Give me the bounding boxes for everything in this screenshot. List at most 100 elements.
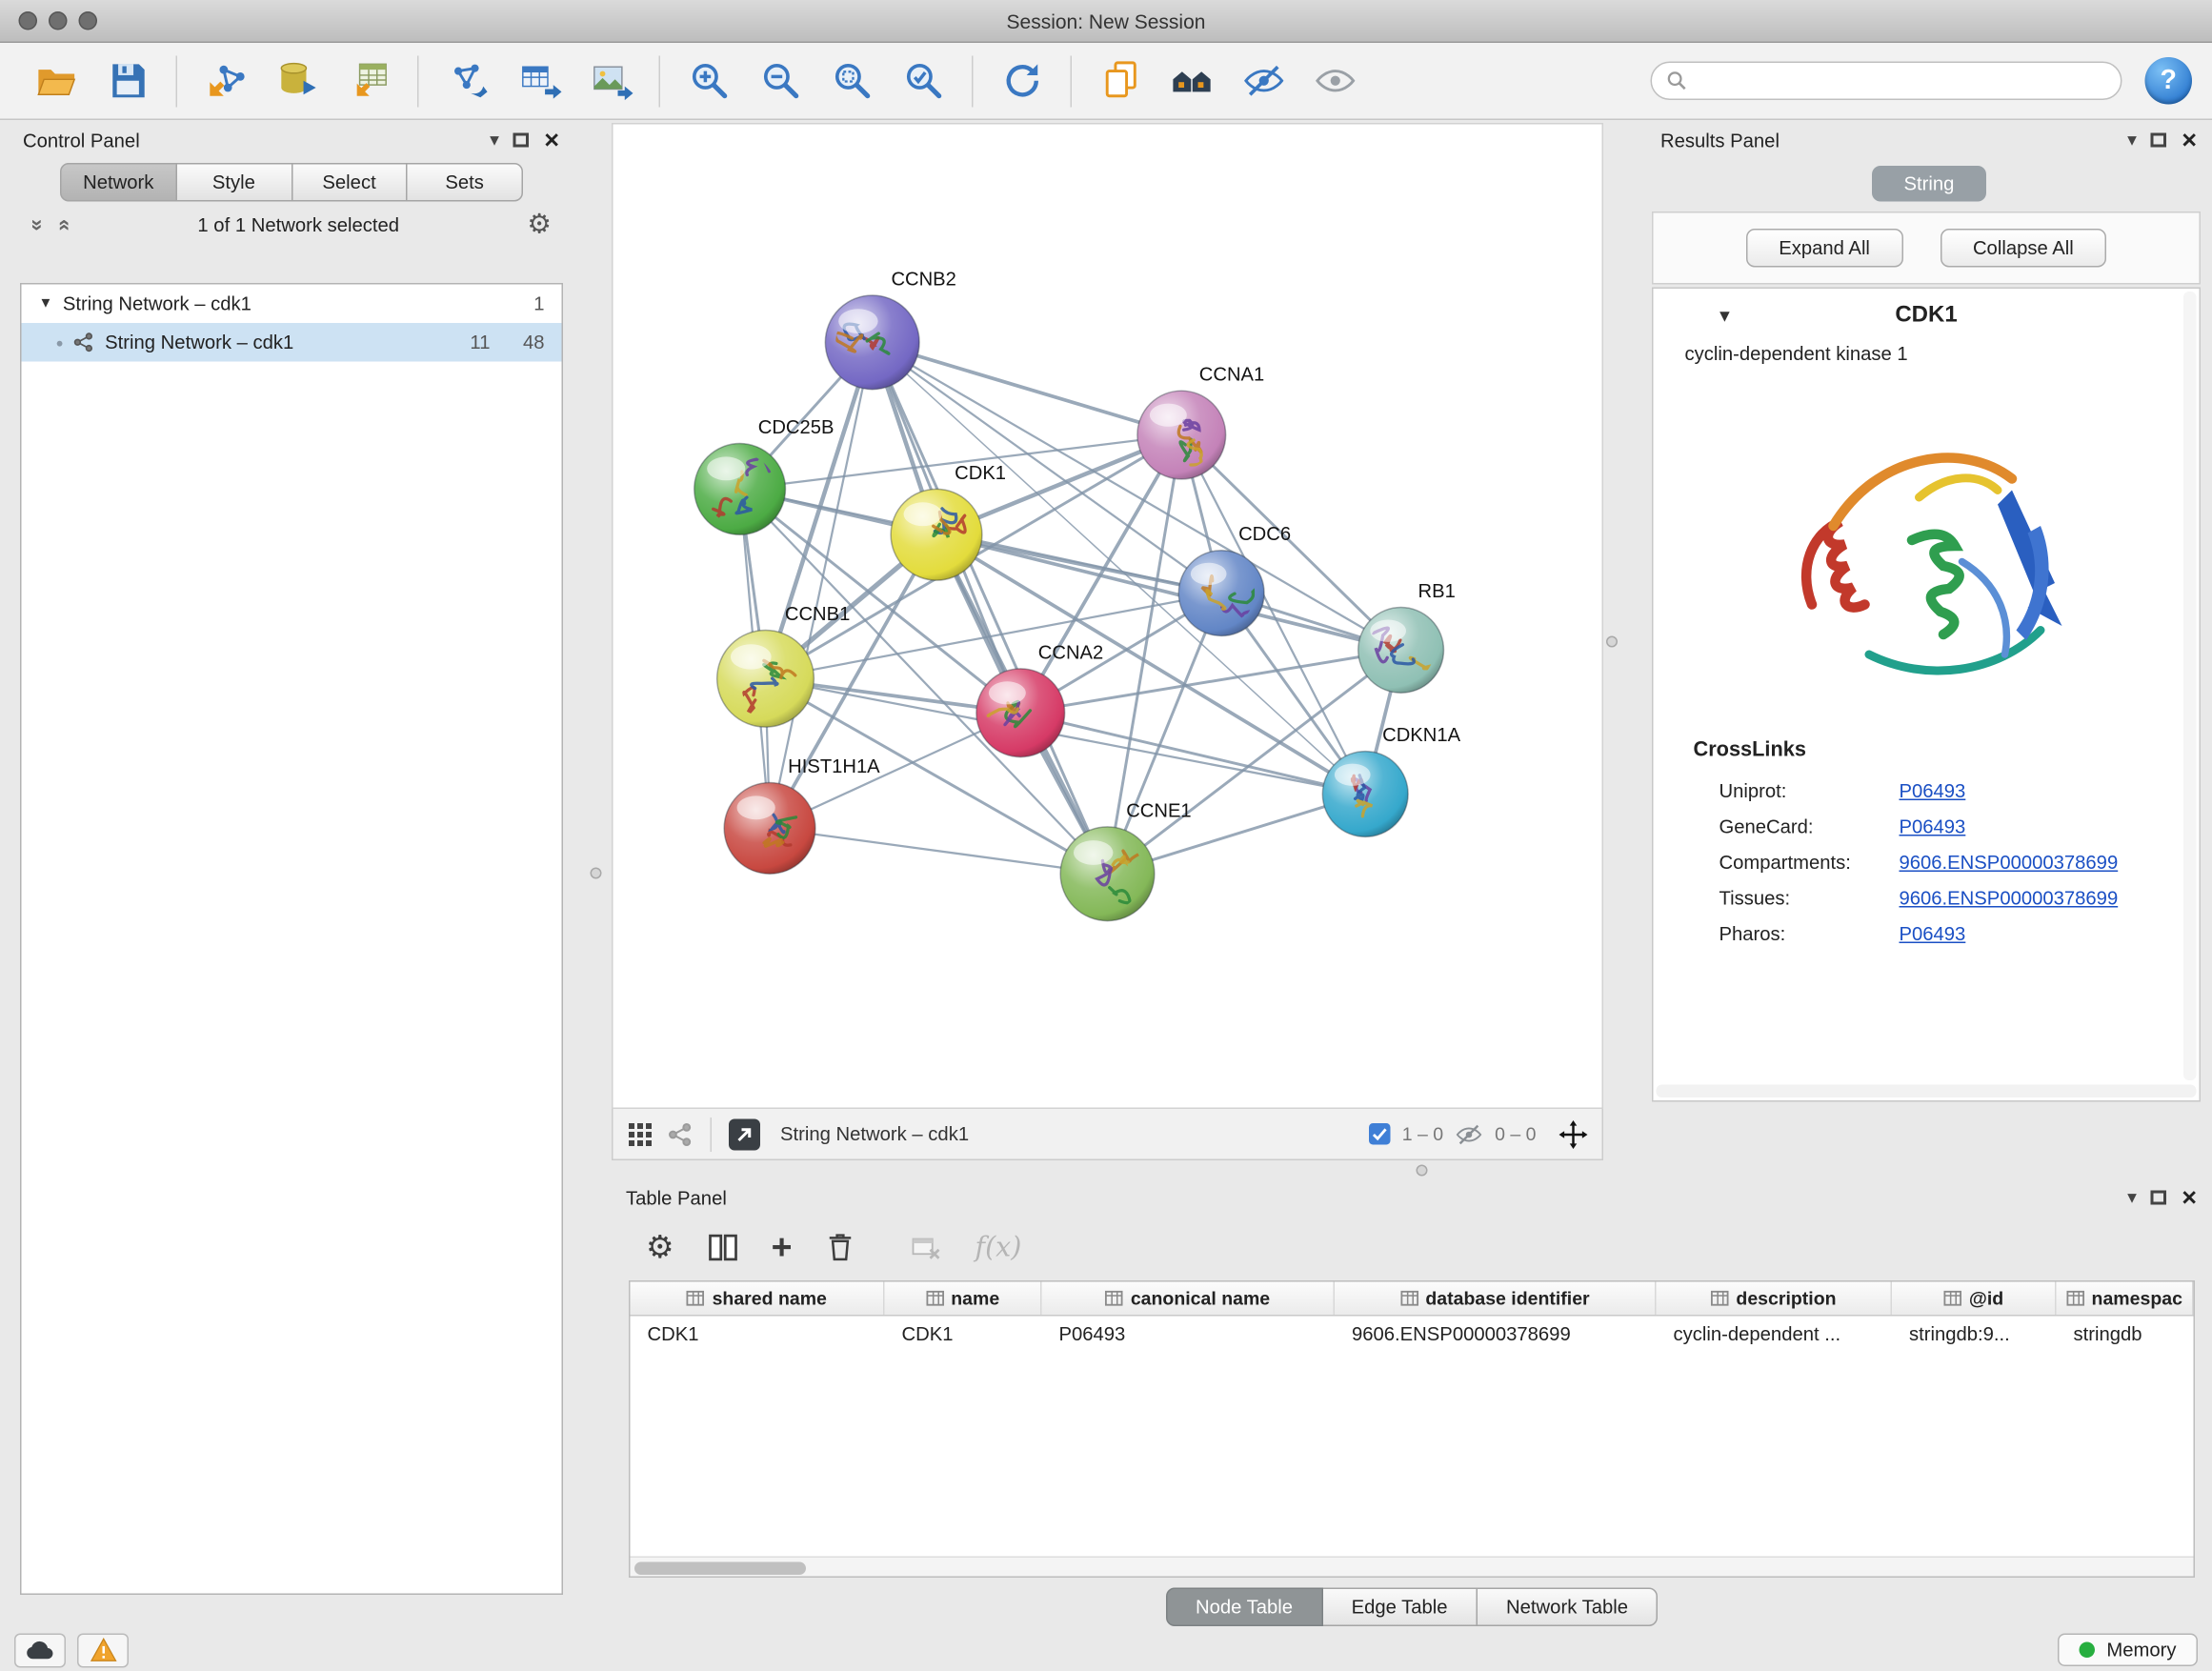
- crosslink-link[interactable]: P06493: [1900, 816, 2200, 838]
- column-header-namespace[interactable]: namespac: [2057, 1282, 2194, 1316]
- zoom-in-button[interactable]: [674, 50, 745, 112]
- network-node-cdkn1a[interactable]: CDKN1A: [1322, 725, 1460, 836]
- tab-edge-table[interactable]: Edge Table: [1323, 1588, 1478, 1627]
- hidden-eye-slash-icon[interactable]: [1455, 1119, 1483, 1148]
- show-columns-icon[interactable]: [706, 1231, 740, 1265]
- tab-style[interactable]: Style: [177, 163, 292, 202]
- expand-all-button[interactable]: Expand All: [1746, 229, 1903, 268]
- new-network-button[interactable]: [432, 50, 503, 112]
- column-header-description[interactable]: description: [1657, 1282, 1893, 1316]
- import-network-file-button[interactable]: [191, 50, 262, 112]
- import-table-button[interactable]: [333, 50, 405, 112]
- zoom-fit-button[interactable]: [816, 50, 888, 112]
- crosslink-link[interactable]: 9606.ENSP00000378699: [1900, 852, 2200, 874]
- network-canvas[interactable]: CCNB2CCNA1CDC25BCDK1CDC6RB1CCNB1CCNA2CDK…: [612, 123, 1603, 1109]
- copy-button[interactable]: [1085, 50, 1156, 112]
- column-header-name[interactable]: name: [885, 1282, 1042, 1316]
- grid-icon[interactable]: [628, 1121, 654, 1147]
- window-minimize-button[interactable]: [49, 11, 68, 30]
- network-node-cdc25b[interactable]: CDC25B: [694, 417, 835, 534]
- network-row[interactable]: ● String Network – cdk1 11 48: [22, 323, 562, 362]
- cell-shared-name[interactable]: CDK1: [631, 1317, 885, 1353]
- hide-selected-button[interactable]: [1228, 50, 1299, 112]
- column-header-canonical-name[interactable]: canonical name: [1042, 1282, 1336, 1316]
- expand-all-networks-icon[interactable]: »: [51, 218, 76, 231]
- table-horizontal-scrollbar[interactable]: [631, 1557, 2194, 1577]
- crosslink-link[interactable]: 9606.ENSP00000378699: [1900, 888, 2200, 910]
- cell-id[interactable]: stringdb:9...: [1892, 1317, 2057, 1353]
- vertical-scrollbar[interactable]: [2183, 292, 2197, 1080]
- selected-checkbox-icon[interactable]: [1369, 1123, 1391, 1145]
- network-edge[interactable]: [770, 828, 1107, 874]
- add-column-icon[interactable]: +: [772, 1234, 793, 1262]
- network-edge[interactable]: [873, 342, 1108, 874]
- tab-node-table[interactable]: Node Table: [1165, 1588, 1322, 1627]
- panel-menu-caret-icon[interactable]: ▾: [490, 129, 499, 151]
- network-node-ccnb2[interactable]: CCNB2: [825, 270, 956, 390]
- network-edge[interactable]: [1020, 713, 1365, 794]
- memory-button[interactable]: Memory: [2058, 1634, 2198, 1667]
- column-header-database-identifier[interactable]: database identifier: [1335, 1282, 1657, 1316]
- cell-namespace[interactable]: stringdb: [2057, 1317, 2194, 1353]
- collapse-all-button[interactable]: Collapse All: [1940, 229, 2106, 268]
- zoom-out-button[interactable]: [745, 50, 816, 112]
- panel-float-icon[interactable]: [2151, 133, 2167, 148]
- network-graph[interactable]: CCNB2CCNA1CDC25BCDK1CDC6RB1CCNB1CCNA2CDK…: [613, 125, 1602, 1108]
- network-edge[interactable]: [770, 342, 873, 828]
- panel-menu-caret-icon[interactable]: ▾: [2127, 1186, 2137, 1209]
- open-in-window-icon[interactable]: [729, 1118, 760, 1150]
- splitter-handle[interactable]: [591, 868, 602, 879]
- disclosure-icon[interactable]: ▼: [1717, 306, 1734, 326]
- cloud-status-button[interactable]: [14, 1633, 66, 1667]
- tab-network[interactable]: Network: [60, 163, 177, 202]
- window-zoom-button[interactable]: [79, 11, 98, 30]
- save-session-button[interactable]: [91, 50, 163, 112]
- panel-close-icon[interactable]: ✕: [2181, 128, 2198, 152]
- network-node-hist1h1a[interactable]: HIST1H1A: [724, 756, 880, 874]
- export-table-button[interactable]: [503, 50, 574, 112]
- panel-float-icon[interactable]: [513, 133, 530, 148]
- panel-menu-caret-icon[interactable]: ▾: [2127, 129, 2137, 151]
- import-network-database-button[interactable]: [262, 50, 333, 112]
- warnings-button[interactable]: [77, 1633, 129, 1667]
- export-image-button[interactable]: [574, 50, 646, 112]
- zoom-selected-button[interactable]: [888, 50, 959, 112]
- cell-name[interactable]: CDK1: [885, 1317, 1042, 1353]
- panel-float-icon[interactable]: [2151, 1191, 2167, 1205]
- collapse-all-networks-icon[interactable]: »: [26, 218, 50, 231]
- horizontal-scrollbar[interactable]: [1657, 1085, 2197, 1098]
- network-edge[interactable]: [766, 342, 873, 678]
- network-node-cdk1[interactable]: CDK1: [891, 463, 1006, 580]
- crosslink-link[interactable]: P06493: [1900, 923, 2200, 945]
- results-tab-string[interactable]: String: [1873, 166, 1986, 202]
- first-neighbors-button[interactable]: [1156, 50, 1228, 112]
- splitter-handle[interactable]: [1606, 636, 1618, 648]
- refresh-network-button[interactable]: [986, 50, 1057, 112]
- delete-column-trash-icon[interactable]: [824, 1231, 858, 1265]
- table-row[interactable]: CDK1 CDK1 P06493 9606.ENSP00000378699 cy…: [631, 1317, 2194, 1353]
- tab-network-table[interactable]: Network Table: [1478, 1588, 1658, 1627]
- network-node-rb1[interactable]: RB1: [1358, 581, 1456, 693]
- network-options-gear-icon[interactable]: ⚙: [527, 208, 552, 241]
- search-box[interactable]: [1651, 62, 2122, 101]
- cell-description[interactable]: cyclin-dependent ...: [1657, 1317, 1893, 1353]
- show-all-button[interactable]: [1299, 50, 1371, 112]
- column-header-id[interactable]: @id: [1892, 1282, 2057, 1316]
- tab-sets[interactable]: Sets: [408, 163, 523, 202]
- pan-crosshair-icon[interactable]: [1559, 1119, 1588, 1148]
- crosslink-link[interactable]: P06493: [1900, 780, 2200, 802]
- network-edge[interactable]: [873, 342, 1182, 434]
- disclosure-icon[interactable]: ▼: [39, 296, 53, 312]
- panel-close-icon[interactable]: ✕: [543, 128, 560, 152]
- panel-close-icon[interactable]: ✕: [2181, 1185, 2198, 1210]
- column-header-shared-name[interactable]: shared name: [631, 1282, 885, 1316]
- network-node-ccna1[interactable]: CCNA1: [1137, 365, 1264, 479]
- network-glyph-icon[interactable]: [668, 1121, 694, 1147]
- open-session-button[interactable]: [20, 50, 91, 112]
- tab-select[interactable]: Select: [292, 163, 408, 202]
- network-collection-row[interactable]: ▼ String Network – cdk1 1: [22, 285, 562, 324]
- splitter-handle[interactable]: [1417, 1165, 1428, 1177]
- help-button[interactable]: ?: [2145, 57, 2193, 105]
- table-settings-gear-icon[interactable]: ⚙: [646, 1229, 674, 1266]
- cell-canonical-name[interactable]: P06493: [1042, 1317, 1336, 1353]
